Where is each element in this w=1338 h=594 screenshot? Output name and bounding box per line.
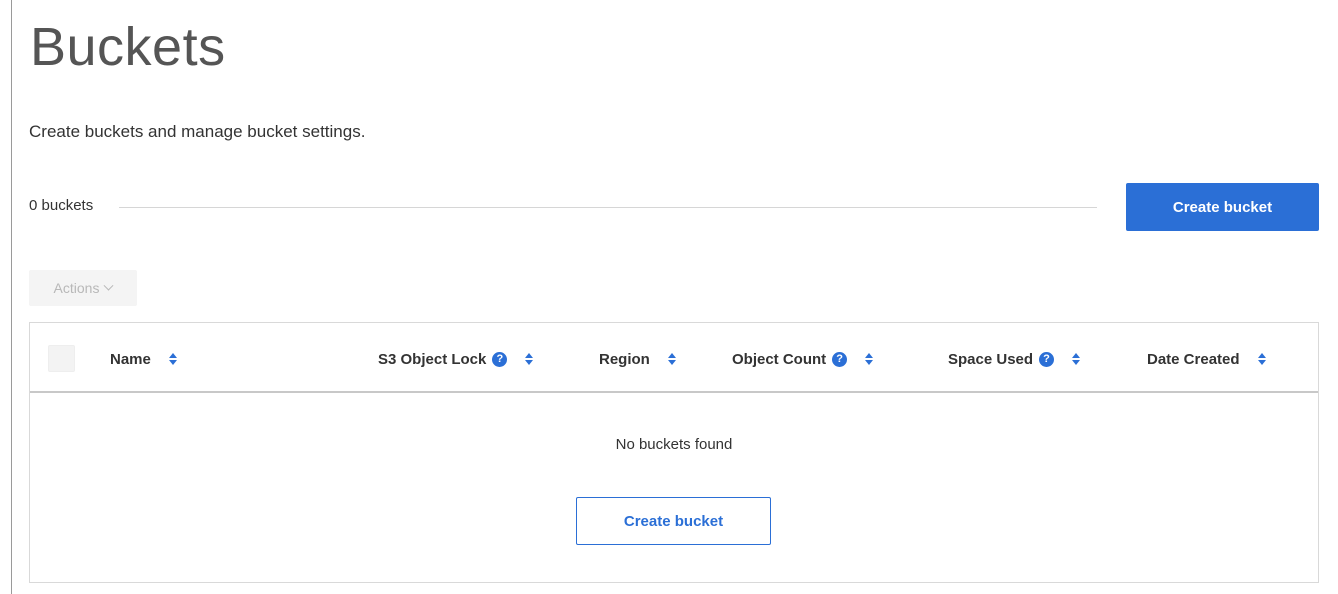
select-all-checkbox[interactable] bbox=[48, 345, 75, 372]
question-circle-icon[interactable]: ? bbox=[1039, 351, 1055, 367]
sort-arrows-icon[interactable] bbox=[168, 353, 177, 365]
actions-label: Actions bbox=[53, 280, 100, 296]
empty-state-message: No buckets found bbox=[615, 436, 733, 453]
column-label: S3 Object Lock bbox=[378, 350, 487, 368]
sort-arrows-icon[interactable] bbox=[667, 353, 676, 365]
question-circle-icon[interactable]: ? bbox=[832, 351, 848, 367]
question-circle-icon[interactable]: ? bbox=[492, 351, 508, 367]
column-header-name[interactable]: Name bbox=[110, 348, 177, 370]
summary-divider bbox=[119, 207, 1097, 208]
sort-arrows-icon[interactable] bbox=[865, 353, 874, 365]
sort-arrows-icon[interactable] bbox=[525, 353, 534, 365]
bucket-summary-bar: 0 buckets Create bucket bbox=[29, 183, 1319, 231]
column-label: Object Count bbox=[732, 350, 827, 368]
empty-state-create-bucket-button[interactable]: Create bucket bbox=[576, 497, 771, 545]
column-header-s3-object-lock[interactable]: S3 Object Lock ? bbox=[378, 348, 534, 370]
page-description: Create buckets and manage bucket setting… bbox=[29, 122, 366, 141]
column-label: Date Created bbox=[1147, 350, 1240, 368]
actions-dropdown-button[interactable]: Actions bbox=[29, 270, 137, 306]
column-header-date-created[interactable]: Date Created bbox=[1147, 348, 1266, 370]
column-label: Region bbox=[599, 350, 650, 368]
sort-arrows-icon[interactable] bbox=[1257, 353, 1266, 365]
buckets-page: Buckets Create buckets and manage bucket… bbox=[0, 0, 1338, 594]
column-header-region[interactable]: Region bbox=[599, 348, 676, 370]
left-panel-border bbox=[11, 0, 12, 594]
column-label: Space Used bbox=[948, 350, 1034, 368]
column-header-object-count[interactable]: Object Count ? bbox=[732, 348, 874, 370]
buckets-table: Name S3 Object Lock ? Region Object Coun… bbox=[29, 322, 1319, 583]
chevron-down-icon bbox=[104, 280, 114, 291]
column-header-space-used[interactable]: Space Used ? bbox=[948, 348, 1081, 370]
sort-arrows-icon[interactable] bbox=[1072, 353, 1081, 365]
bucket-count: 0 buckets bbox=[29, 197, 94, 214]
page-title: Buckets bbox=[30, 17, 226, 77]
column-label: Name bbox=[110, 350, 151, 368]
create-bucket-button[interactable]: Create bucket bbox=[1126, 183, 1319, 231]
table-header: Name S3 Object Lock ? Region Object Coun… bbox=[30, 323, 1318, 393]
